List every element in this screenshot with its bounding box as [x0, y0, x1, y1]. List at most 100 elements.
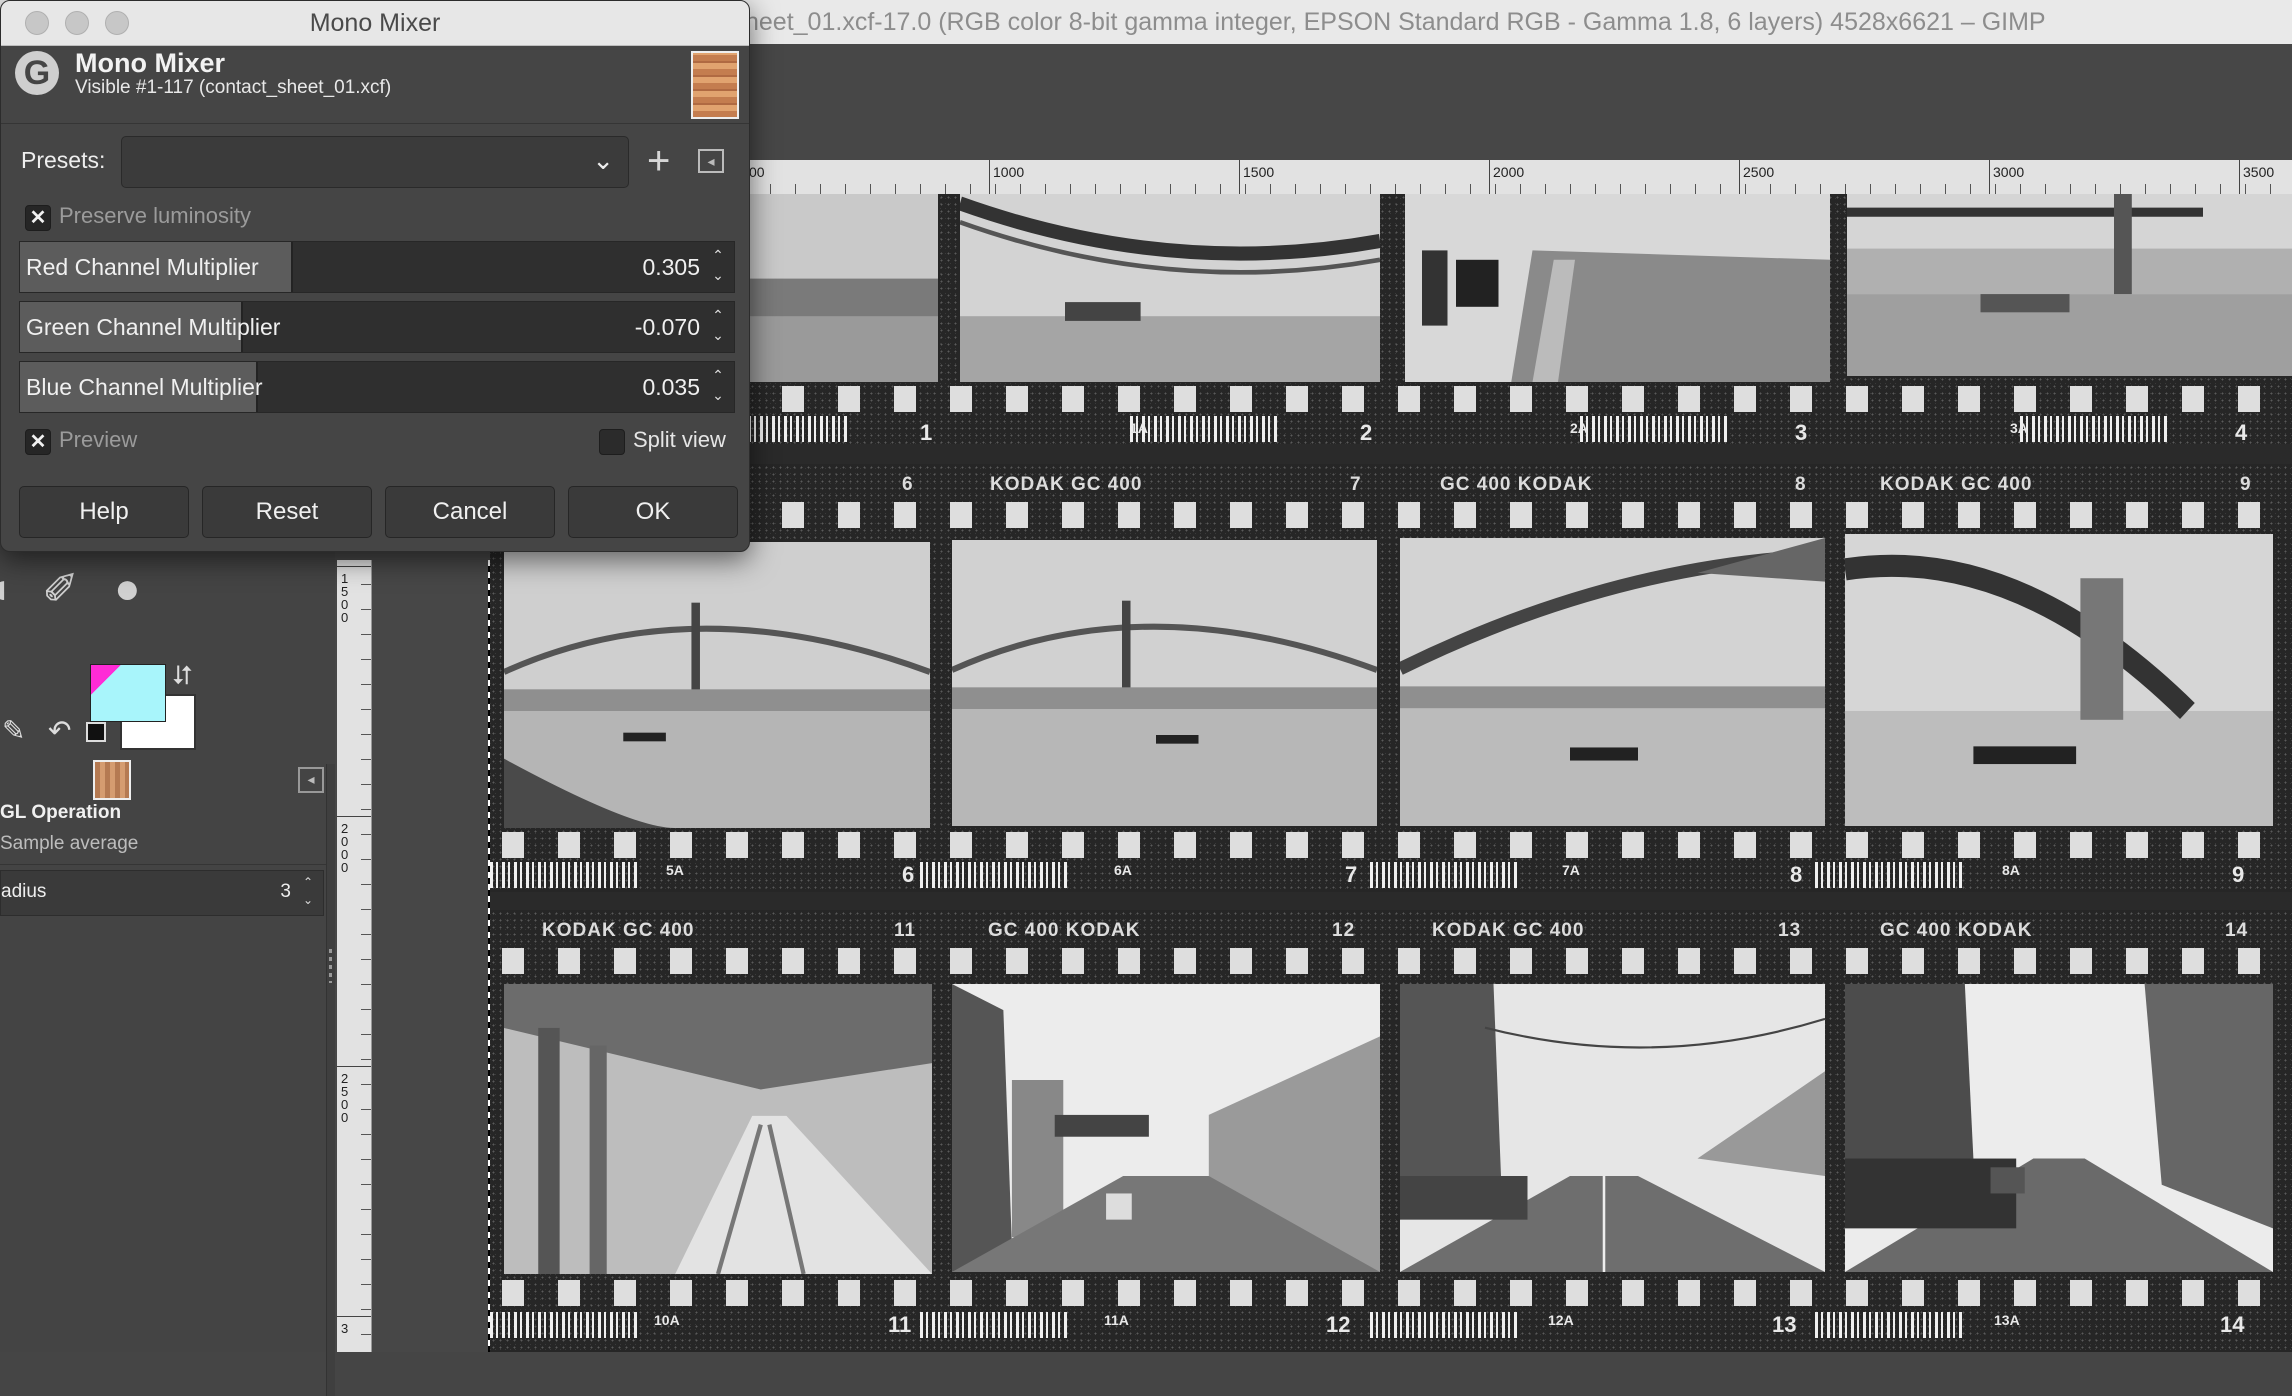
ruler-label: 1500 [341, 571, 349, 625]
dock-resize-grip[interactable] [329, 949, 332, 983]
ruler-label: 3000 [1993, 164, 2025, 180]
reset-button[interactable]: Reset [202, 486, 372, 538]
slider-value[interactable]: 0.035 [642, 374, 700, 401]
tool-options-title: GL Operation [0, 802, 122, 823]
film-barcode [490, 1312, 640, 1338]
ruler-major-tick [337, 1066, 371, 1067]
slider-label: Green Channel Multiplier [26, 314, 281, 340]
frame-number: 6 [902, 862, 915, 887]
film-edge-text: KODAK GC 400 [1432, 920, 1585, 941]
frame-number-a: 11A [1104, 1312, 1129, 1328]
chevron-down-icon: ⌄ [592, 145, 614, 175]
photo-frame [1847, 194, 2292, 376]
red-channel-slider[interactable]: Red Channel Multiplier 0.305 ⌃ ⌄ [19, 241, 735, 293]
frame-number-a: 13A [1994, 1312, 2020, 1328]
film-edge-text: 14 [2225, 920, 2249, 941]
ruler-major-tick [337, 816, 371, 817]
swap-colors-icon[interactable]: ⮃ [172, 660, 193, 692]
gimp-logo-icon: G [15, 51, 59, 95]
photo-frame [504, 542, 930, 828]
cancel-button[interactable]: Cancel [385, 486, 555, 538]
ellipse-tool-icon[interactable]: ◖ [0, 564, 13, 614]
decrement-icon[interactable]: ⌄ [708, 328, 728, 342]
photo-frame [952, 984, 1380, 1272]
film-edge-text: KODAK GC 400 [990, 474, 1143, 495]
increment-icon[interactable]: ⌃ [708, 308, 728, 322]
dock-separator[interactable] [326, 764, 335, 1396]
split-view-checkbox[interactable] [599, 429, 625, 455]
frame-number: 11 [888, 1312, 912, 1337]
default-colors-icon[interactable] [86, 722, 106, 742]
film-edge-text: KODAK GC 400 [542, 920, 695, 941]
film-barcode [1815, 1312, 1965, 1338]
frame-number: 12 [1326, 1312, 1351, 1337]
image-canvas[interactable]: 1 1A 2 2A 3 3A 4 6 KODAK GC 400 7 GC 400… [490, 194, 2292, 1352]
photo-frame [952, 540, 1377, 826]
radius-value[interactable]: 3 [280, 881, 291, 903]
film-sprockets [490, 502, 2292, 528]
dialog-titlebar[interactable]: Mono Mixer [1, 1, 749, 46]
film-barcode [1580, 416, 1730, 442]
film-barcode [1130, 416, 1280, 442]
frame-number-a: 3A [2010, 420, 2028, 436]
ruler-major-tick [2239, 160, 2240, 194]
presets-label: Presets: [21, 147, 106, 173]
frame-number-a: 1A [1130, 420, 1148, 436]
preset-menu-icon[interactable]: ◂ [698, 149, 724, 173]
slider-value[interactable]: -0.070 [635, 314, 700, 341]
decrement-icon[interactable]: ⌄ [708, 268, 728, 282]
film-edge-text: 6 [902, 474, 914, 495]
blue-channel-slider[interactable]: Blue Channel Multiplier 0.035 ⌃ ⌄ [19, 361, 735, 413]
radius-increment-icon[interactable]: ⌃ [299, 875, 317, 889]
split-view-label[interactable]: Split view [633, 427, 726, 453]
radius-label: adius [1, 881, 47, 902]
frame-number-a: 8A [2002, 862, 2020, 878]
film-edge-text: 11 [894, 920, 917, 941]
frame-number: 3 [1795, 420, 1808, 445]
smudge-tool-icon[interactable]: ✐ [42, 564, 79, 615]
presets-dropdown[interactable]: ⌄ [121, 136, 629, 188]
ruler-label: 2000 [1493, 164, 1525, 180]
radius-spinner[interactable]: adius 3 ⌃ ⌄ [0, 870, 324, 916]
ruler-major-tick [1989, 160, 1990, 194]
help-button[interactable]: Help [19, 486, 189, 538]
image-thumbnail-tab[interactable] [93, 760, 131, 800]
radius-decrement-icon[interactable]: ⌄ [299, 893, 317, 907]
preserve-luminosity-checkbox[interactable]: ✕ [25, 205, 51, 231]
ruler-label: 3 [341, 1321, 349, 1336]
frame-number: 8 [1790, 862, 1803, 887]
header-divider [1, 123, 749, 124]
film-sprockets [490, 1280, 2292, 1306]
foreground-color-swatch[interactable] [90, 664, 166, 722]
decrement-icon[interactable]: ⌄ [708, 388, 728, 402]
preview-checkbox[interactable]: ✕ [25, 429, 51, 455]
ruler-major-tick [337, 1316, 371, 1317]
film-strip-1: 1 1A 2 2A 3 3A 4 [490, 194, 2292, 445]
drawable-thumbnail [691, 51, 739, 119]
ruler-label: 1500 [1243, 164, 1275, 180]
ruler-major-tick [1489, 160, 1490, 194]
horizontal-ruler[interactable]: 00 1000 1500 2000 2500 3000 3500 [745, 160, 2292, 195]
frame-number-a: 2A [1570, 420, 1588, 436]
increment-icon[interactable]: ⌃ [708, 368, 728, 382]
slider-value[interactable]: 0.305 [642, 254, 700, 281]
tool-options-tab-icon[interactable]: ✎ [2, 714, 25, 747]
dodge-tool-icon[interactable]: ● [114, 564, 141, 614]
configure-tab-icon[interactable]: ◂ [298, 767, 324, 793]
slider-label: Blue Channel Multiplier [26, 374, 263, 400]
frame-number: 9 [2232, 862, 2245, 887]
film-edge-text: 8 [1795, 474, 1807, 495]
filter-name: Mono Mixer [75, 48, 226, 78]
sample-average-label: Sample average [0, 833, 139, 854]
green-channel-slider[interactable]: Green Channel Multiplier -0.070 ⌃ ⌄ [19, 301, 735, 353]
frame-number: 4 [2235, 420, 2248, 445]
vertical-ruler[interactable]: 1500 2000 2500 3 [337, 560, 372, 1352]
add-preset-icon[interactable]: + [647, 137, 670, 185]
film-barcode [2020, 416, 2170, 442]
increment-icon[interactable]: ⌃ [708, 248, 728, 262]
preview-label[interactable]: Preview [59, 427, 137, 453]
undo-history-tab-icon[interactable]: ↶ [48, 714, 71, 747]
film-barcode [1370, 1312, 1520, 1338]
preserve-luminosity-label[interactable]: Preserve luminosity [59, 203, 251, 229]
ok-button[interactable]: OK [568, 486, 738, 538]
